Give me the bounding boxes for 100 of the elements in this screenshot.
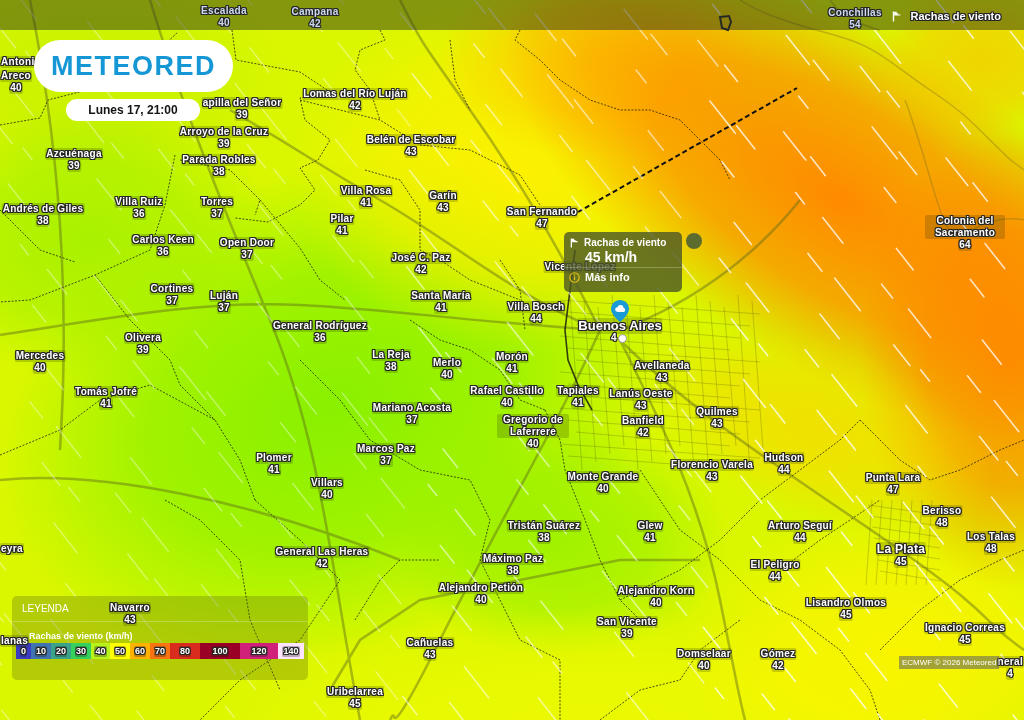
scale-label: 10 xyxy=(35,645,47,657)
flag-icon xyxy=(891,10,902,22)
wind-gust-value: 43 xyxy=(123,614,137,626)
place-name: Cortines xyxy=(149,283,195,295)
date-time-label: Lunes 17, 21:00 xyxy=(66,99,200,121)
place-name: Belén de Escobar xyxy=(365,134,457,146)
scale-label: 100 xyxy=(211,645,229,657)
place-name: Parada Robles xyxy=(181,154,257,166)
place-name: Uribelarrea xyxy=(325,686,385,698)
place-name: Santa María xyxy=(410,290,472,302)
place-name: Azcuénaga xyxy=(45,148,103,160)
place-name: José C. Paz xyxy=(390,252,452,264)
place-name: Villa Rosa xyxy=(339,185,393,197)
place-name: Gregorio de Laferrere xyxy=(497,414,569,438)
place-name: La Reja xyxy=(371,349,411,361)
location-pin-icon[interactable] xyxy=(611,300,629,322)
wind-gust-value: 40 xyxy=(217,17,231,29)
wind-gust-value: 64 xyxy=(958,239,972,251)
place-name: Domselaar xyxy=(676,648,732,660)
place-name: Berisso xyxy=(921,505,963,517)
place-name: Lanús Oeste xyxy=(608,388,674,400)
wind-gust-value: 44 xyxy=(768,571,782,583)
wind-gust-value: 42 xyxy=(308,18,322,30)
place-name: Tapiales xyxy=(556,385,600,397)
place-name: San Fernando xyxy=(505,206,579,218)
place-name: Villa Bosch xyxy=(506,301,566,313)
place-name: Rafael Castillo xyxy=(469,385,545,397)
logo: METEORED xyxy=(34,40,233,92)
wind-gust-value: 43 xyxy=(423,649,437,661)
more-info-link[interactable]: Más info xyxy=(585,271,630,284)
wind-gust-value: 36 xyxy=(313,332,327,344)
wind-gust-value: 44 xyxy=(777,464,791,476)
place-name: Olivera xyxy=(124,332,162,344)
city-dot-icon xyxy=(618,334,627,343)
place-name: San Vicente xyxy=(596,616,658,628)
place-name: eyra xyxy=(0,543,24,555)
wind-gust-value: 45 xyxy=(894,556,908,568)
place-name: Los Talas xyxy=(965,531,1017,543)
wind-gust-value: 42 xyxy=(414,264,428,276)
wind-gust-value: 41 xyxy=(335,225,349,237)
flag-icon xyxy=(570,238,579,248)
place-name: Lomas del Río Luján xyxy=(302,88,408,100)
scale-label: 30 xyxy=(75,645,87,657)
place-name: lanas xyxy=(0,635,30,647)
place-name: Avellaneda xyxy=(633,360,691,372)
place-name: La Plata xyxy=(875,542,927,556)
place-name: Máximo Paz xyxy=(481,553,545,565)
place-name: Arroyo de la Cruz xyxy=(178,126,270,138)
place-name: General Rodríguez xyxy=(272,320,368,332)
place-name: Mercedes xyxy=(14,350,66,362)
place-name: Villars xyxy=(310,477,344,489)
wind-gust-value: 40 xyxy=(649,597,663,609)
place-name: Merlo xyxy=(431,357,463,369)
wind-gust-value: 4 xyxy=(611,332,617,344)
place-name: Tristán Suárez xyxy=(506,520,582,532)
place-name: Luján xyxy=(208,290,240,302)
wind-gust-value: 42 xyxy=(348,100,362,112)
place-name: Carlos Keen xyxy=(131,234,195,246)
place-name: General Las Heras xyxy=(274,546,370,558)
wind-gust-value: 41 xyxy=(571,397,585,409)
wind-gust-value: 48 xyxy=(984,543,998,555)
wind-gust-value: 48 xyxy=(935,517,949,529)
scale-label: 60 xyxy=(134,645,146,657)
place-name: Banfield xyxy=(621,415,665,427)
place-name: Alejandro Petión xyxy=(437,582,525,594)
popup-title: Rachas de viento xyxy=(584,237,667,249)
wind-gust-value: 41 xyxy=(505,363,519,375)
scale-label: 140 xyxy=(282,645,300,657)
wind-gust-value: 45 xyxy=(839,609,853,621)
city-name: Buenos Aires xyxy=(577,318,663,334)
place-name: Florencio Varela xyxy=(669,459,755,471)
wind-gust-value: 40 xyxy=(320,489,334,501)
place-name: Glew xyxy=(636,520,664,532)
marker-dot-icon[interactable] xyxy=(686,233,702,249)
wind-gust-value: 43 xyxy=(404,146,418,158)
wind-gust-value: 54 xyxy=(848,19,862,31)
place-name: Escalada xyxy=(200,5,248,17)
place-name: Plomer xyxy=(255,452,293,464)
wind-gust-value: 40 xyxy=(440,369,454,381)
scale-label: 20 xyxy=(55,645,67,657)
place-name: Andrés de Giles xyxy=(1,203,85,215)
place-name: Monte Grande xyxy=(566,471,640,483)
place-name: Navarro xyxy=(109,602,151,614)
wind-gust-value: 43 xyxy=(436,202,450,214)
wind-gust-value: 40 xyxy=(9,82,23,94)
place-name: Punta Lara xyxy=(864,472,922,484)
wind-gust-value: 40 xyxy=(474,594,488,606)
scale-label: 50 xyxy=(114,645,126,657)
wind-gust-value: 43 xyxy=(655,372,669,384)
scale-label: 40 xyxy=(94,645,107,657)
wind-gust-value: 4 xyxy=(1006,668,1015,680)
wind-gust-value: 41 xyxy=(99,398,113,410)
wind-gust-value: 40 xyxy=(697,660,711,672)
place-name: Cañuelas xyxy=(405,637,455,649)
place-name: Gómez xyxy=(759,648,797,660)
place-name: apilla del Señor xyxy=(201,97,283,109)
wind-gust-value: 36 xyxy=(132,208,146,220)
wind-gust-value: 43 xyxy=(705,471,719,483)
wind-gust-value: 40 xyxy=(526,438,540,450)
scale-label: 120 xyxy=(250,645,268,657)
